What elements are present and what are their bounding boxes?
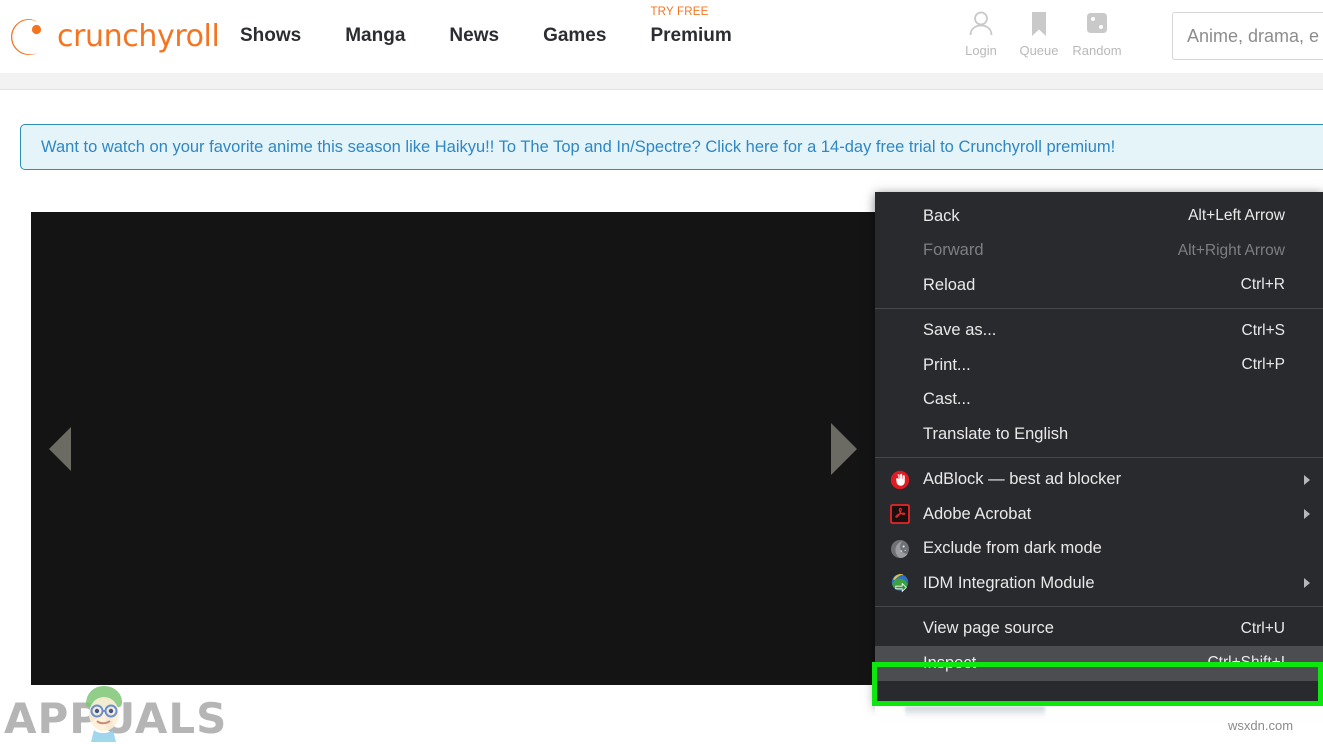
menu-item-reload[interactable]: Reload Ctrl+R [875,268,1323,303]
promo-banner-text: Want to watch on your favorite anime thi… [21,138,1115,157]
menu-item-shortcut: Ctrl+R [1241,276,1285,294]
menu-separator [875,606,1323,607]
nav-label: Shows [240,25,301,46]
menu-item-label: AdBlock — best ad blocker [923,470,1285,489]
dice-icon [1068,9,1126,39]
user-actions: Login Queue Random [952,9,1126,58]
menu-item-label: Print... [923,356,1242,375]
header-divider [0,73,1323,90]
crunchyroll-logo-icon [8,16,50,58]
menu-item-label: Back [923,207,1188,226]
menu-item-shortcut: Alt+Right Arrow [1178,242,1285,260]
menu-item-back[interactable]: Back Alt+Left Arrow [875,199,1323,234]
menu-separator [875,308,1323,309]
menu-item-label: Cast... [923,390,1285,409]
menu-item-label: IDM Integration Module [923,574,1285,593]
random-button[interactable]: Random [1068,9,1126,58]
menu-item-view-page-source[interactable]: View page source Ctrl+U [875,612,1323,647]
main-nav: Shows Manga News Games TRY FREE Premium [240,25,732,47]
brand-name: crunchyroll [57,16,219,58]
menu-item-idm-integration[interactable]: IDM Integration Module [875,566,1323,601]
menu-item-label: Save as... [923,321,1242,340]
bookmark-icon [1010,9,1068,39]
nav-item-manga[interactable]: Manga [345,25,405,47]
triangle-right-icon[interactable] [831,423,857,475]
context-menu-tail-blur [905,706,1045,717]
menu-item-label: Reload [923,276,1241,295]
menu-item-label: Inspect [923,654,1207,673]
nav-item-news[interactable]: News [449,25,499,47]
menu-item-print[interactable]: Print... Ctrl+P [875,348,1323,383]
chevron-right-icon [1304,509,1310,519]
menu-item-shortcut: Ctrl+Shift+I [1207,654,1285,672]
triangle-left-icon[interactable] [49,427,71,471]
menu-item-adobe-acrobat[interactable]: Adobe Acrobat [875,497,1323,532]
menu-item-exclude-dark-mode[interactable]: Exclude from dark mode [875,532,1323,567]
menu-item-label: Adobe Acrobat [923,505,1285,524]
menu-item-cast[interactable]: Cast... [875,383,1323,418]
login-button[interactable]: Login [952,9,1010,58]
site-header: crunchyroll Shows Manga News Games TRY F… [0,0,1323,73]
moon-icon [890,539,910,559]
nav-item-premium[interactable]: TRY FREE Premium [650,25,731,47]
menu-item-shortcut: Ctrl+P [1242,356,1286,374]
chevron-right-icon [1304,475,1310,485]
menu-item-inspect[interactable]: Inspect Ctrl+Shift+I [875,646,1323,681]
nav-item-shows[interactable]: Shows [240,25,301,47]
menu-separator [875,457,1323,458]
menu-item-shortcut: Ctrl+S [1242,322,1286,340]
crunchyroll-logo[interactable]: crunchyroll [8,16,219,58]
nav-label: Manga [345,25,405,46]
search-input[interactable] [1173,13,1323,59]
menu-item-label: Translate to English [923,425,1285,444]
menu-item-adblock[interactable]: AdBlock — best ad blocker [875,463,1323,498]
menu-item-label: Forward [923,241,1178,260]
menu-item-label: Exclude from dark mode [923,539,1285,558]
menu-item-forward: Forward Alt+Right Arrow [875,234,1323,269]
image-credit: wsxdn.com [1228,718,1293,733]
menu-item-shortcut: Ctrl+U [1241,620,1285,638]
appuals-mascot-icon [74,680,134,742]
chevron-right-icon [1304,578,1310,588]
adblock-icon [890,470,910,490]
nav-label: News [449,25,499,46]
queue-button[interactable]: Queue [1010,9,1068,58]
random-label: Random [1068,43,1126,58]
nav-item-games[interactable]: Games [543,25,606,47]
promo-banner[interactable]: Want to watch on your favorite anime thi… [20,124,1323,170]
search-box[interactable] [1172,12,1323,60]
nav-label: Premium [650,25,731,46]
try-free-badge: TRY FREE [650,6,708,18]
idm-icon [890,573,910,593]
menu-group-pad [875,192,1323,199]
video-player[interactable] [31,212,914,685]
nav-label: Games [543,25,606,46]
menu-item-label: View page source [923,619,1241,638]
browser-context-menu[interactable]: Back Alt+Left Arrow Forward Alt+Right Ar… [875,192,1323,705]
login-label: Login [952,43,1010,58]
person-icon [952,9,1010,39]
menu-item-save-as[interactable]: Save as... Ctrl+S [875,314,1323,349]
adobe-acrobat-icon [890,504,910,524]
menu-item-shortcut: Alt+Left Arrow [1188,207,1285,225]
appuals-watermark: APPUALS [4,694,227,743]
queue-label: Queue [1010,43,1068,58]
menu-item-translate[interactable]: Translate to English [875,417,1323,452]
